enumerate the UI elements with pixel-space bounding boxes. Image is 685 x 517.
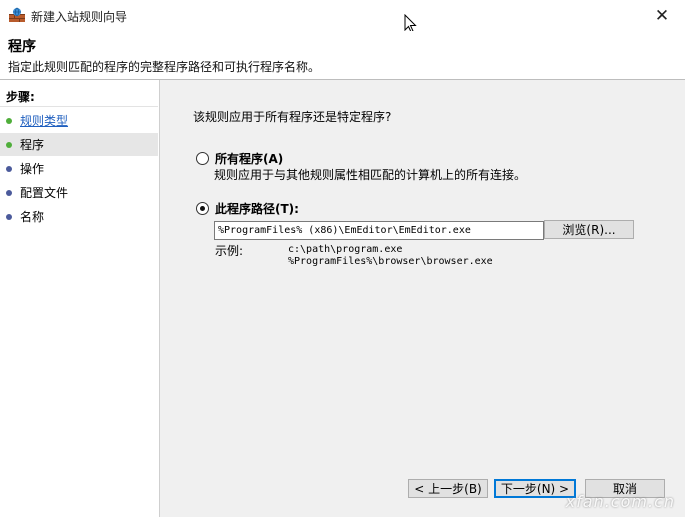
all-programs-label[interactable]: 所有程序(A)	[215, 150, 283, 167]
steps-sidebar: 步骤: 规则类型 程序 操作 配置文件 名称	[0, 80, 160, 517]
sidebar-item-name: 名称	[0, 205, 158, 228]
example-paths: c:\path\program.exe %ProgramFiles%\brows…	[288, 244, 493, 268]
sidebar-item-action: 操作	[0, 157, 158, 180]
divider	[0, 106, 158, 107]
back-button[interactable]: < 上一步(B)	[408, 479, 488, 498]
browse-button[interactable]: 浏览(R)...	[544, 220, 634, 239]
program-path-radio[interactable]	[196, 202, 209, 215]
close-button[interactable]: ✕	[639, 0, 685, 31]
sidebar-item-label: 操作	[20, 162, 45, 176]
program-path-input[interactable]: %ProgramFiles% (x86)\EmEditor\EmEditor.e…	[214, 221, 544, 240]
sidebar-item-rule-type[interactable]: 规则类型	[0, 109, 158, 132]
program-path-option[interactable]: 此程序路径(T):	[196, 200, 299, 217]
wizard-header: 程序 指定此规则匹配的程序的完整程序路径和可执行程序名称。	[0, 31, 685, 80]
step-pending-icon	[6, 165, 12, 172]
close-icon: ✕	[654, 5, 670, 26]
sidebar-item-label[interactable]: 规则类型	[20, 112, 68, 129]
steps-label: 步骤:	[6, 90, 35, 104]
window-title: 新建入站规则向导	[31, 10, 128, 24]
firewall-icon	[9, 7, 25, 22]
question-text: 该规则应用于所有程序还是特定程序?	[193, 110, 392, 124]
next-button[interactable]: 下一步(N) >	[494, 479, 576, 498]
sidebar-item-profile: 配置文件	[0, 181, 158, 204]
example-label: 示例:	[215, 244, 244, 258]
step-pending-icon	[6, 213, 12, 220]
step-done-icon	[6, 117, 12, 124]
all-programs-radio[interactable]	[196, 152, 209, 165]
sidebar-item-label: 配置文件	[20, 186, 69, 200]
example-line: %ProgramFiles%\browser\browser.exe	[288, 256, 493, 267]
sidebar-item-label: 程序	[20, 138, 45, 152]
all-programs-description: 规则应用于与其他规则属性相匹配的计算机上的所有连接。	[214, 168, 527, 182]
sidebar-item-label: 名称	[20, 210, 45, 224]
watermark: xfan.com.cn	[565, 492, 675, 511]
all-programs-option[interactable]: 所有程序(A)	[196, 150, 283, 167]
page-description: 指定此规则匹配的程序的完整程序路径和可执行程序名称。	[8, 60, 321, 74]
program-path-label[interactable]: 此程序路径(T):	[215, 200, 299, 217]
step-current-icon	[6, 141, 12, 148]
example-line: c:\path\program.exe	[288, 244, 403, 255]
wizard-content: 该规则应用于所有程序还是特定程序? 所有程序(A) 规则应用于与其他规则属性相匹…	[160, 80, 685, 517]
title-bar: 新建入站规则向导 ✕	[0, 0, 685, 32]
page-title: 程序	[8, 39, 36, 55]
sidebar-item-program[interactable]: 程序	[0, 133, 158, 156]
step-pending-icon	[6, 189, 12, 196]
